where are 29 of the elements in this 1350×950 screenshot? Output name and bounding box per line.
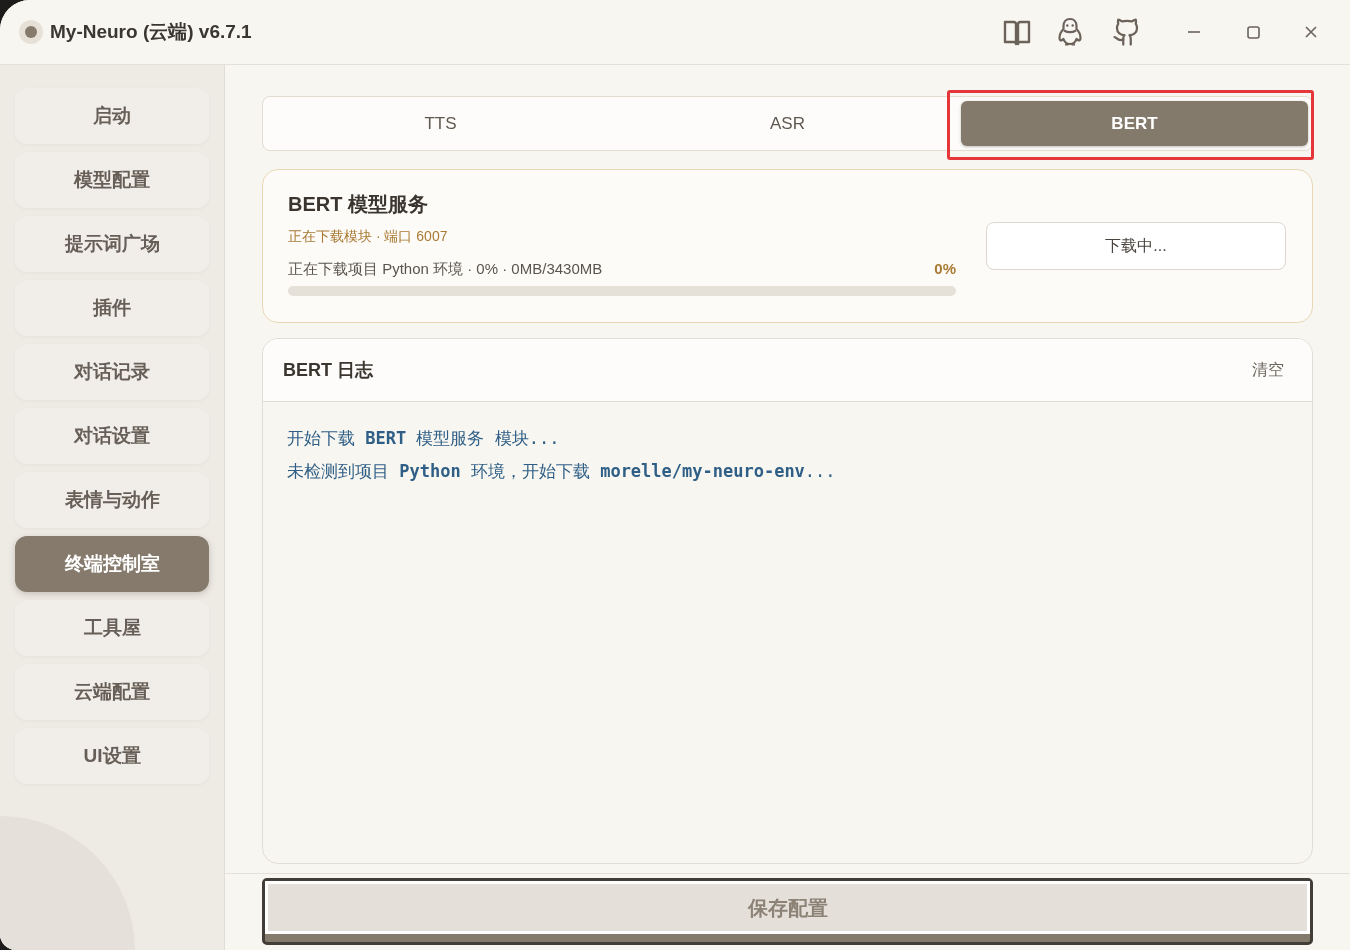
sidebar-item[interactable]: 插件 <box>15 280 209 336</box>
service-status: 正在下载模块 · 端口 6007 <box>288 227 448 246</box>
sidebar-item[interactable]: 对话设置 <box>15 408 209 464</box>
sidebar-item[interactable]: 工具屋 <box>15 600 209 656</box>
service-title: BERT 模型服务 <box>288 192 428 217</box>
download-button[interactable]: 下载中... <box>986 222 1286 270</box>
sidebar-item[interactable]: 模型配置 <box>15 152 209 208</box>
sidebar-item[interactable]: 提示词广场 <box>15 216 209 272</box>
save-button[interactable]: 保存配置 <box>262 878 1313 945</box>
log-title: BERT 日志 <box>283 358 373 382</box>
clear-button[interactable]: 清空 <box>1252 358 1284 382</box>
sidebar-item[interactable]: 对话记录 <box>15 344 209 400</box>
tab[interactable]: BERT <box>961 101 1308 146</box>
sidebar-item[interactable]: 启动 <box>15 88 209 144</box>
progress-percent: 0% <box>934 259 956 279</box>
sidebar-item[interactable]: UI设置 <box>15 728 209 784</box>
app-logo-icon <box>19 20 43 44</box>
log-line: 开始下载 BERT 模型服务 模块... <box>287 427 560 450</box>
log-line: 未检测到项目 Python 环境，开始下载 morelle/my-neuro-env... <box>287 460 836 483</box>
penguin-icon[interactable] <box>1057 17 1083 47</box>
sidebar-item[interactable]: 云端配置 <box>15 664 209 720</box>
sidebar-item[interactable]: 表情与动作 <box>15 472 209 528</box>
tab[interactable]: TTS <box>267 101 614 146</box>
maximize-icon[interactable] <box>1247 25 1260 39</box>
close-icon[interactable] <box>1305 26 1317 38</box>
sidebar-item[interactable]: 终端控制室 <box>15 536 209 592</box>
tab[interactable]: ASR <box>614 101 961 146</box>
window-title: My-Neuro (云端) v6.7.1 <box>50 19 252 44</box>
progress-text: 正在下载项目 Python 环境 · 0% · 0MB/3430MB <box>288 259 603 279</box>
